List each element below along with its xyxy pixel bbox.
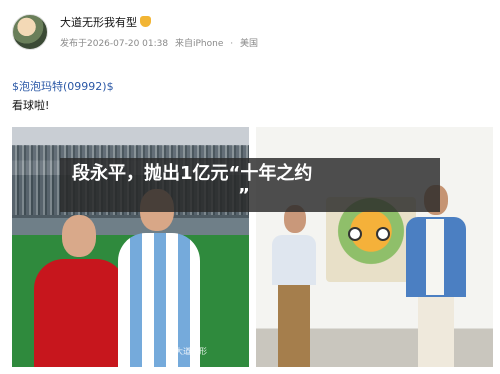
person-striped-jersey	[112, 189, 204, 367]
headline-line-2: ”	[238, 185, 250, 206]
painting-eye-right	[376, 227, 390, 241]
headline-line-1: 段永平，抛出1亿元“十年之约	[72, 163, 313, 184]
post-location: 美国	[240, 39, 259, 49]
publish-time: 发布于2026-07-20 01:38	[60, 39, 169, 49]
weibo-post: 大道无形我有型 发布于2026-07-20 01:38 来自iPhone · 美…	[0, 0, 500, 374]
meta-separator: ·	[230, 39, 234, 49]
stock-tag-link[interactable]: $泡泡玛特(09992)$	[12, 78, 114, 94]
painting-eye-left	[348, 227, 362, 241]
post-text: 看球啦!	[12, 99, 50, 112]
post-meta: 发布于2026-07-20 01:38 来自iPhone · 美国	[60, 36, 262, 49]
post-source: 来自iPhone	[174, 39, 224, 49]
image-watermark: 大道无形	[175, 347, 207, 356]
vip-badge-icon	[140, 16, 151, 27]
person-blue-shirt	[406, 185, 466, 367]
headline-overlay: 段永平，抛出1亿元“十年之约 ”	[60, 158, 440, 212]
user-avatar[interactable]	[12, 14, 48, 50]
person-white-shirt	[270, 205, 318, 367]
username[interactable]: 大道无形我有型	[60, 14, 151, 30]
username-text[interactable]: 大道无形我有型	[60, 16, 137, 29]
